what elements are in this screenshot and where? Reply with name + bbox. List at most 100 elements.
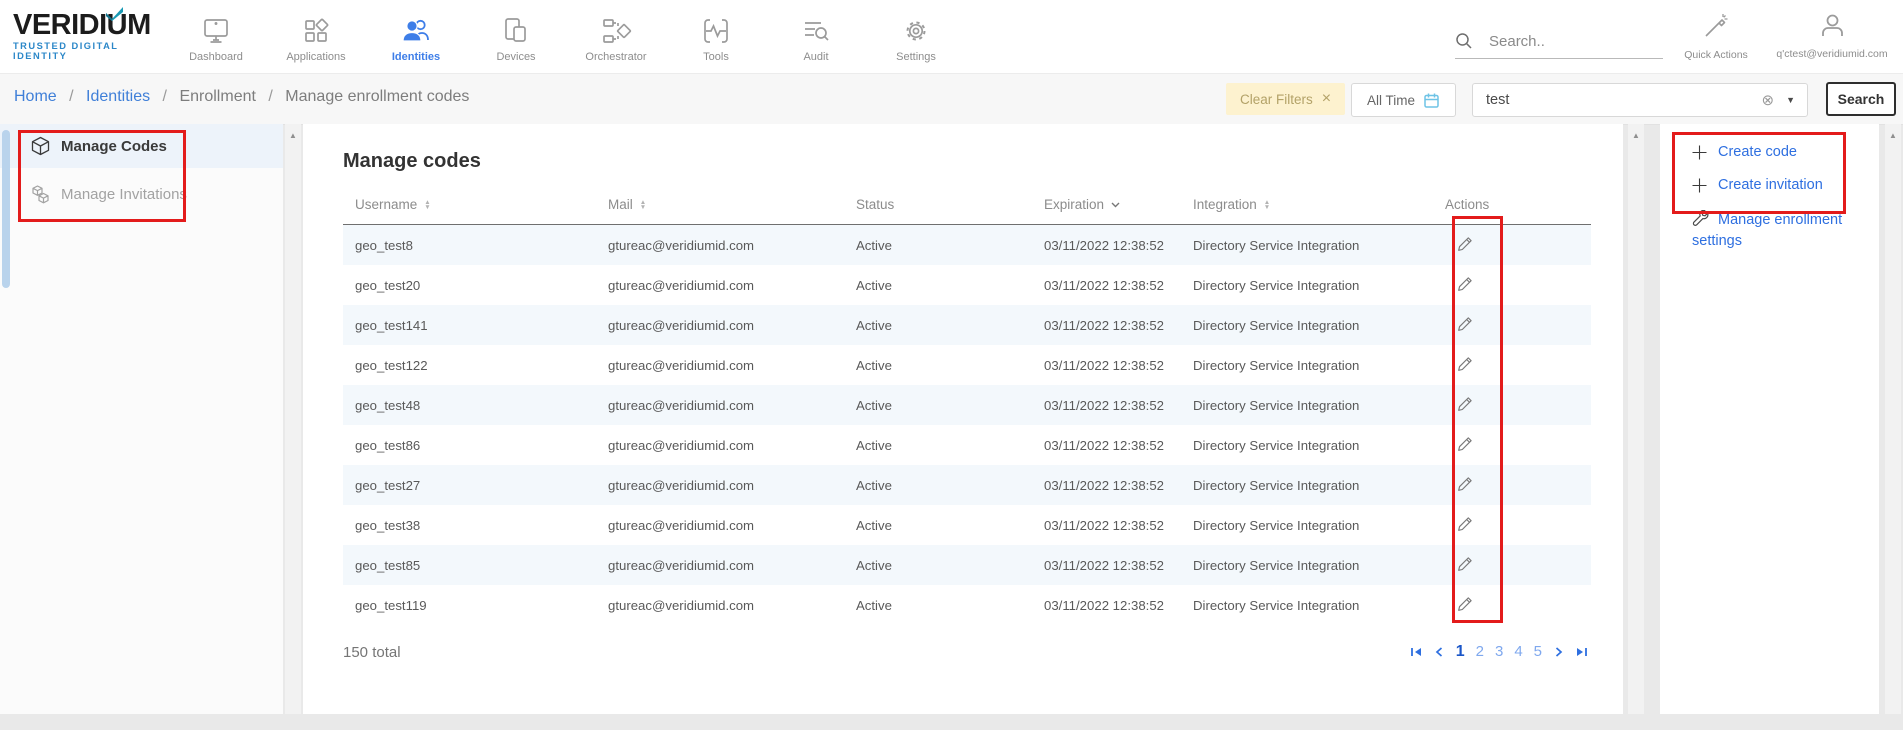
- first-page-button[interactable]: [1410, 647, 1422, 657]
- table-row[interactable]: geo_test85 gtureac@veridiumid.com Active…: [343, 545, 1591, 585]
- table-row[interactable]: geo_test86 gtureac@veridiumid.com Active…: [343, 425, 1591, 465]
- edit-pencil-icon[interactable]: [1457, 516, 1473, 535]
- sort-icon[interactable]: ▲▼: [640, 200, 646, 210]
- main-scrollbar[interactable]: ▲: [1628, 124, 1644, 714]
- veridium-logo[interactable]: VERIDIUM TRUSTED DIGITAL IDENTITY: [13, 9, 173, 61]
- page-5[interactable]: 5: [1534, 643, 1542, 661]
- cube-icon: [31, 136, 50, 156]
- edit-pencil-icon[interactable]: [1457, 236, 1473, 255]
- cell-mail: gtureac@veridiumid.com: [596, 545, 844, 585]
- page-4[interactable]: 4: [1514, 643, 1522, 661]
- cell-actions: [1433, 225, 1591, 266]
- cell-expiration: 03/11/2022 12:38:52: [1032, 425, 1181, 465]
- user-menu[interactable]: q'ctest@veridiumid.com: [1764, 12, 1900, 60]
- column-header-integration[interactable]: Integration▲▼: [1181, 197, 1433, 225]
- page-3[interactable]: 3: [1495, 643, 1503, 661]
- clear-filters-label: Clear Filters: [1240, 92, 1313, 107]
- scroll-up-arrow-icon[interactable]: ▲: [285, 130, 301, 142]
- sidebar-scrollbar-thumb[interactable]: [2, 130, 10, 288]
- cell-integration: Directory Service Integration: [1181, 505, 1433, 545]
- cell-mail: gtureac@veridiumid.com: [596, 585, 844, 625]
- logo-tagline: TRUSTED DIGITAL IDENTITY: [13, 41, 173, 61]
- plus-icon: [1692, 178, 1707, 193]
- column-header-mail[interactable]: Mail▲▼: [596, 197, 844, 225]
- prev-page-button[interactable]: [1435, 647, 1443, 657]
- cell-mail: gtureac@veridiumid.com: [596, 265, 844, 305]
- edit-pencil-icon[interactable]: [1457, 476, 1473, 495]
- table-row[interactable]: geo_test119 gtureac@veridiumid.com Activ…: [343, 585, 1591, 625]
- edit-pencil-icon[interactable]: [1457, 436, 1473, 455]
- global-search[interactable]: Search..: [1455, 24, 1663, 59]
- table-row[interactable]: geo_test20 gtureac@veridiumid.com Active…: [343, 265, 1591, 305]
- nav-audit[interactable]: Audit: [766, 0, 866, 73]
- orchestrator-icon: [600, 14, 632, 48]
- table-row[interactable]: geo_test38 gtureac@veridiumid.com Active…: [343, 505, 1591, 545]
- date-range-button[interactable]: All Time: [1351, 83, 1456, 117]
- nav-orchestrator[interactable]: Orchestrator: [566, 0, 666, 73]
- edit-pencil-icon[interactable]: [1457, 356, 1473, 375]
- filter-search-input[interactable]: [1473, 92, 1762, 108]
- nav-settings[interactable]: Settings: [866, 0, 966, 73]
- cubes-icon: [31, 184, 50, 204]
- column-header-expiration[interactable]: Expiration: [1032, 197, 1181, 225]
- cell-mail: gtureac@veridiumid.com: [596, 505, 844, 545]
- edit-pencil-icon[interactable]: [1457, 316, 1473, 335]
- edit-pencil-icon[interactable]: [1457, 396, 1473, 415]
- nav-label: Devices: [496, 51, 535, 63]
- top-navigation-bar: VERIDIUM TRUSTED DIGITAL IDENTITY Dashbo…: [0, 0, 1903, 74]
- cell-expiration: 03/11/2022 12:38:52: [1032, 545, 1181, 585]
- cell-status: Active: [844, 225, 1032, 266]
- table-row[interactable]: geo_test122 gtureac@veridiumid.com Activ…: [343, 345, 1591, 385]
- cell-integration: Directory Service Integration: [1181, 425, 1433, 465]
- next-page-button[interactable]: [1555, 647, 1563, 657]
- scroll-up-arrow-icon[interactable]: ▲: [1628, 130, 1644, 142]
- right-scrollbar[interactable]: ▲: [1885, 124, 1901, 714]
- cell-username: geo_test119: [343, 585, 596, 625]
- left-sidebar: Manage Codes Manage Invitations: [0, 124, 283, 714]
- breadcrumb-identities[interactable]: Identities: [86, 88, 150, 105]
- edit-pencil-icon[interactable]: [1457, 556, 1473, 575]
- column-header-status[interactable]: Status: [844, 197, 1032, 225]
- sort-icon[interactable]: ▲▼: [424, 200, 430, 210]
- create-invitation-button[interactable]: Create invitation: [1692, 177, 1879, 193]
- cell-status: Active: [844, 505, 1032, 545]
- cell-status: Active: [844, 345, 1032, 385]
- nav-devices[interactable]: Devices: [466, 0, 566, 73]
- sort-icon[interactable]: ▲▼: [1264, 200, 1270, 210]
- edit-pencil-icon[interactable]: [1457, 596, 1473, 615]
- clear-input-icon[interactable]: ⊗: [1762, 91, 1775, 109]
- nav-tools[interactable]: Tools: [666, 0, 766, 73]
- nav-applications[interactable]: Applications: [266, 0, 366, 73]
- breadcrumb-home[interactable]: Home: [14, 88, 57, 105]
- table-row[interactable]: geo_test48 gtureac@veridiumid.com Active…: [343, 385, 1591, 425]
- nav-label: Orchestrator: [585, 51, 646, 63]
- nav-identities[interactable]: Identities: [366, 0, 466, 73]
- search-button[interactable]: Search: [1826, 82, 1896, 116]
- page-2[interactable]: 2: [1476, 643, 1484, 661]
- last-page-button[interactable]: [1576, 647, 1588, 657]
- clear-filters-button[interactable]: Clear Filters ×: [1226, 83, 1345, 115]
- edit-pencil-icon[interactable]: [1457, 276, 1473, 295]
- sidebar-item-manage-codes[interactable]: Manage Codes: [0, 124, 283, 168]
- sort-desc-icon[interactable]: [1111, 202, 1120, 208]
- page-1[interactable]: 1: [1456, 643, 1465, 661]
- table-row[interactable]: geo_test27 gtureac@veridiumid.com Active…: [343, 465, 1591, 505]
- table-row[interactable]: geo_test8 gtureac@veridiumid.com Active …: [343, 225, 1591, 266]
- sidebar-scrollbar[interactable]: ▲: [285, 124, 301, 714]
- search-dropdown-arrow-icon[interactable]: ▼: [1786, 95, 1795, 105]
- manage-enrollment-settings-link[interactable]: Manage enrollment settings: [1692, 210, 1865, 252]
- cell-actions: [1433, 385, 1591, 425]
- cell-integration: Directory Service Integration: [1181, 545, 1433, 585]
- cell-expiration: 03/11/2022 12:38:52: [1032, 465, 1181, 505]
- user-email: q'ctest@veridiumid.com: [1764, 48, 1900, 60]
- sidebar-item-manage-invitations[interactable]: Manage Invitations: [0, 172, 283, 216]
- cell-expiration: 03/11/2022 12:38:52: [1032, 265, 1181, 305]
- cell-integration: Directory Service Integration: [1181, 265, 1433, 305]
- nav-dashboard[interactable]: Dashboard: [166, 0, 266, 73]
- table-row[interactable]: geo_test141 gtureac@veridiumid.com Activ…: [343, 305, 1591, 345]
- quick-actions-button[interactable]: Quick Actions: [1668, 12, 1764, 61]
- scroll-up-arrow-icon[interactable]: ▲: [1885, 130, 1901, 142]
- column-header-username[interactable]: Username▲▼: [343, 197, 596, 225]
- create-code-button[interactable]: Create code: [1692, 144, 1879, 160]
- cell-username: geo_test20: [343, 265, 596, 305]
